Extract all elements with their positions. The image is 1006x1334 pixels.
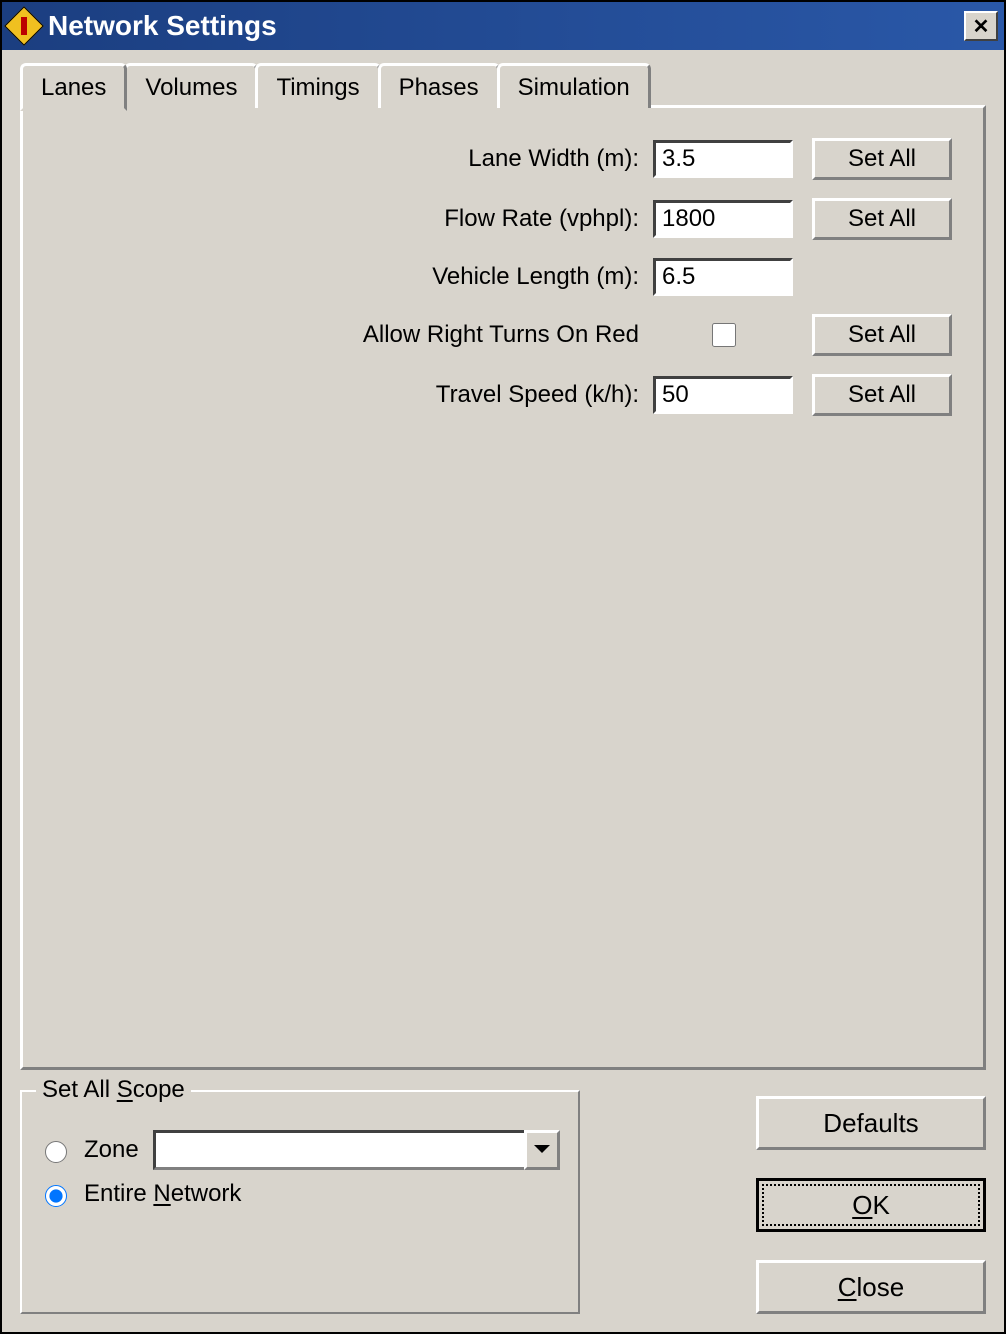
titlebar: Network Settings ✕ — [2, 2, 1004, 50]
setall-lane-width[interactable]: Set All — [812, 138, 952, 180]
label-zone: Zone — [84, 1136, 139, 1164]
label-entire-network: Entire Network — [84, 1180, 241, 1208]
fieldset-scope: Set All Scope Zone Entire Network — [20, 1090, 580, 1314]
input-flow-rate[interactable] — [653, 200, 793, 238]
client-area: Lanes Volumes Timings Phases Simulation … — [2, 50, 1004, 1332]
tab-volumes[interactable]: Volumes — [124, 63, 258, 108]
zone-combo-input[interactable] — [153, 1130, 524, 1170]
input-travel-speed[interactable] — [653, 376, 793, 414]
dialog-buttons: Defaults OK Close — [610, 1090, 986, 1314]
tab-timings[interactable]: Timings — [255, 63, 380, 108]
row-flow-rate: Flow Rate (vphpl): Set All — [49, 198, 957, 240]
label-travel-speed: Travel Speed (k/h): — [436, 381, 639, 409]
network-settings-dialog: Network Settings ✕ Lanes Volumes Timings… — [0, 0, 1006, 1334]
input-lane-width[interactable] — [653, 140, 793, 178]
tab-lanes[interactable]: Lanes — [20, 63, 127, 111]
close-button[interactable]: Close — [756, 1260, 986, 1314]
tabpanel-lanes: Lane Width (m): Set All Flow Rate (vphpl… — [20, 105, 986, 1070]
setall-travel-speed[interactable]: Set All — [812, 374, 952, 416]
radio-entire-network[interactable] — [45, 1185, 67, 1207]
traffic-light-icon — [4, 6, 44, 46]
scope-legend: Set All Scope — [36, 1076, 191, 1104]
ok-button[interactable]: OK — [756, 1178, 986, 1232]
row-allow-rtor: Allow Right Turns On Red Set All — [49, 314, 957, 356]
label-lane-width: Lane Width (m): — [468, 145, 639, 173]
window-title: Network Settings — [48, 10, 964, 42]
row-lane-width: Lane Width (m): Set All — [49, 138, 957, 180]
label-allow-rtor: Allow Right Turns On Red — [363, 321, 639, 349]
checkbox-allow-rtor[interactable] — [712, 323, 736, 347]
setall-flow-rate[interactable]: Set All — [812, 198, 952, 240]
label-flow-rate: Flow Rate (vphpl): — [444, 205, 639, 233]
defaults-button[interactable]: Defaults — [756, 1096, 986, 1150]
input-vehicle-length[interactable] — [653, 258, 793, 296]
chevron-down-icon[interactable] — [524, 1130, 560, 1170]
tabstrip: Lanes Volumes Timings Phases Simulation — [20, 60, 986, 108]
row-vehicle-length: Vehicle Length (m): — [49, 258, 957, 296]
label-vehicle-length: Vehicle Length (m): — [432, 263, 639, 291]
row-travel-speed: Travel Speed (k/h): Set All — [49, 374, 957, 416]
radio-zone[interactable] — [45, 1141, 67, 1163]
tab-simulation[interactable]: Simulation — [497, 63, 651, 108]
zone-combo[interactable] — [153, 1130, 560, 1170]
bottom-area: Set All Scope Zone Entire Network — [20, 1070, 986, 1314]
close-icon[interactable]: ✕ — [964, 11, 998, 41]
tab-phases[interactable]: Phases — [378, 63, 500, 108]
setall-allow-rtor[interactable]: Set All — [812, 314, 952, 356]
